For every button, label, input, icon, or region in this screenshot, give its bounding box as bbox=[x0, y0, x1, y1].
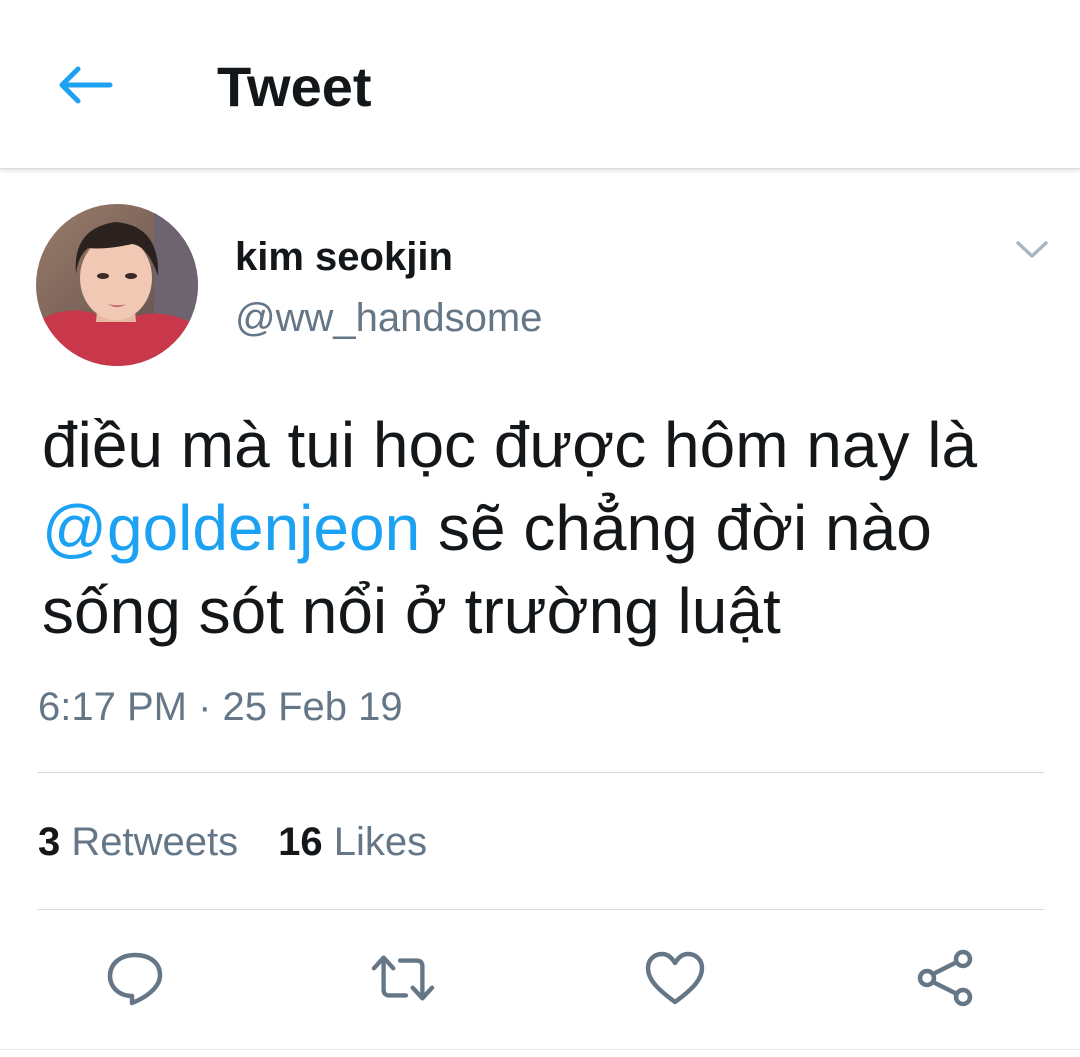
avatar[interactable] bbox=[36, 204, 198, 366]
divider bbox=[0, 1049, 1080, 1050]
retweet-button[interactable] bbox=[371, 946, 435, 1010]
retweets-stat[interactable]: 3 Retweets bbox=[38, 816, 238, 868]
tweet-menu-button[interactable] bbox=[1010, 228, 1054, 272]
arrow-left-icon bbox=[59, 66, 113, 104]
user-handle[interactable]: @ww_handsome bbox=[235, 294, 542, 342]
heart-icon bbox=[645, 951, 705, 1005]
share-button[interactable] bbox=[913, 946, 977, 1010]
divider bbox=[37, 909, 1044, 910]
mention-link[interactable]: @goldenjeon bbox=[42, 492, 420, 564]
like-button[interactable] bbox=[643, 946, 707, 1010]
retweet-icon bbox=[371, 955, 435, 1001]
profile-photo bbox=[36, 204, 198, 366]
likes-label: Likes bbox=[333, 820, 428, 864]
chevron-down-icon bbox=[1016, 241, 1048, 258]
likes-count: 16 bbox=[278, 820, 323, 864]
display-name[interactable]: kim seokjin bbox=[235, 233, 453, 281]
reply-icon bbox=[107, 952, 163, 1006]
tweet-timestamp[interactable]: 6:17 PM · 25 Feb 19 bbox=[38, 682, 403, 732]
tweet-stats: 3 Retweets 16 Likes bbox=[38, 816, 427, 868]
page-title: Tweet bbox=[217, 55, 372, 118]
reply-button[interactable] bbox=[103, 946, 167, 1010]
back-button[interactable] bbox=[52, 55, 118, 115]
tweet-text-part: điều mà tui học được hôm nay là bbox=[42, 409, 978, 481]
retweets-count: 3 bbox=[38, 820, 61, 864]
top-bar: Tweet bbox=[0, 0, 1080, 169]
divider bbox=[37, 772, 1044, 773]
retweets-label: Retweets bbox=[71, 820, 239, 864]
share-icon bbox=[917, 949, 973, 1007]
tweet-text: điều mà tui học được hôm nay là @goldenj… bbox=[42, 404, 1042, 653]
likes-stat[interactable]: 16 Likes bbox=[278, 816, 427, 868]
